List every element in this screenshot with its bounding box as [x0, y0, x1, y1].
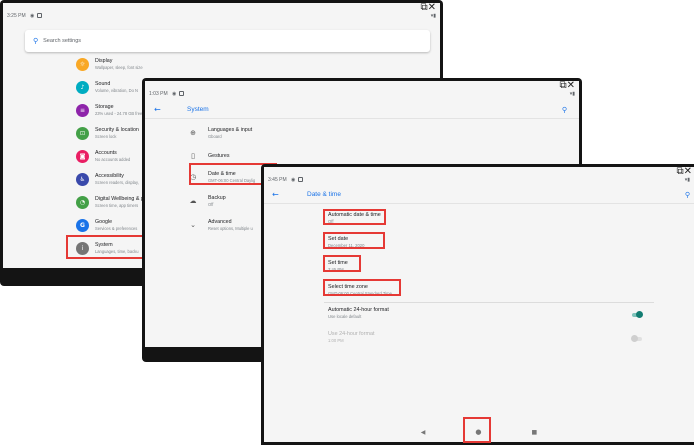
settings-item-wellbeing[interactable]: ◔ Digital Wellbeing & p Screen time, app … [76, 191, 144, 213]
item-title: Accounts [95, 150, 117, 156]
item-subtitle: Services & preferences [95, 226, 138, 231]
item-title: Gestures [208, 152, 230, 159]
lock-icon: ⊡ [76, 126, 89, 140]
highlight-set-time [323, 255, 361, 272]
back-nav-icon[interactable]: ◀ [421, 429, 426, 436]
system-item-languages[interactable]: ⊕ Languages & input Gboard [185, 122, 252, 144]
settings-item-sound[interactable]: ♪ Sound Volume, vibration, Do N [76, 76, 138, 98]
item-title: Display [95, 58, 113, 64]
status-time: 3:45 PM [268, 177, 287, 183]
wellbeing-icon: ◔ [76, 195, 89, 209]
item-subtitle: Reset options, Multiple u [208, 226, 253, 231]
item-subtitle: No accounts added [95, 157, 131, 162]
page-title: Date & time [307, 191, 341, 198]
wifi-battery-icon: ▾▮ [684, 177, 690, 183]
toggle-knob [631, 335, 638, 342]
status-time: 3:25 PM [7, 13, 26, 19]
globe-icon: ⊕ [190, 129, 196, 137]
highlight-system [66, 235, 146, 259]
highlight-home-button [463, 417, 491, 443]
wifi-battery-icon: ▾▮ [569, 91, 575, 97]
system-item-advanced[interactable]: ⌄ Advanced Reset options, Multiple u [185, 214, 253, 236]
settings-item-security[interactable]: ⊡ Security & location Screen lock [76, 122, 139, 144]
divider [324, 302, 654, 303]
eye-icon: ◉ [30, 13, 35, 19]
item-subtitle: Screen readers, display, [95, 180, 139, 185]
wifi-battery-icon: ▾▮ [430, 13, 436, 19]
row-title: Automatic 24-hour format [328, 307, 389, 313]
item-subtitle: Wallpaper, sleep, font size [95, 65, 143, 70]
use-24-hour-toggle [631, 335, 642, 342]
eye-icon: ◉ [172, 91, 177, 97]
system-item-backup[interactable]: ☁ Backup Off [185, 190, 226, 212]
item-subtitle: Gboard [208, 134, 222, 139]
item-subtitle: Off [208, 202, 214, 207]
sound-icon: ♪ [76, 80, 89, 94]
highlight-select-time-zone [323, 279, 401, 296]
status-time: 1:03 PM [149, 91, 168, 97]
settings-item-google[interactable]: G Google Services & preferences [76, 214, 137, 236]
notification-icon [179, 91, 185, 97]
storage-icon: ≡ [76, 103, 89, 117]
page-title: System [187, 106, 209, 113]
item-title: Storage [95, 104, 114, 110]
accounts-icon: ◙ [76, 149, 89, 163]
item-subtitle: 23% used - 24.78 GB free [95, 111, 143, 116]
back-arrow-icon[interactable]: ← [272, 190, 279, 200]
search-bar[interactable]: ⚲ Search settings [25, 30, 430, 52]
toggle-knob [636, 311, 643, 318]
search-placeholder: Search settings [43, 38, 82, 44]
row-title: Use 24-hour format [328, 331, 375, 337]
back-arrow-icon[interactable]: ← [154, 105, 161, 115]
highlight-automatic-date-time [323, 209, 386, 225]
item-subtitle: Volume, vibration, Do N [95, 88, 139, 93]
backup-icon: ☁ [189, 197, 197, 205]
search-icon: ⚲ [33, 37, 39, 45]
item-title: Google [95, 219, 113, 225]
recents-nav-icon[interactable]: ■ [532, 429, 538, 436]
app-bar: ← System ⚲ [145, 101, 579, 119]
item-title: Languages & input [208, 127, 253, 133]
chevron-down-icon: ⌄ [190, 221, 196, 229]
tablet-date-time: ⧉✕ 3:45 PM ◉ ▾▮ ← Date & time ⚲ Automati… [261, 164, 694, 445]
item-title: Security & location [95, 127, 139, 133]
settings-item-accounts[interactable]: ◙ Accounts No accounts added [76, 145, 130, 167]
status-bar: 3:25 PM ◉ ▾▮ [3, 12, 440, 21]
use-24-hour-row: Use 24-hour format 1:00 PM [328, 331, 374, 343]
row-subtitle: 1:00 PM [328, 338, 344, 343]
gestures-icon: ▯ [191, 152, 195, 160]
status-bar: 1:03 PM ◉ ▾▮ [145, 90, 579, 99]
row-subtitle: Use locale default [328, 314, 362, 319]
search-icon[interactable]: ⚲ [685, 190, 690, 200]
item-title: Digital Wellbeing & p [95, 196, 144, 202]
item-subtitle: Screen lock [95, 134, 117, 139]
display-icon: ☼ [76, 57, 89, 71]
app-bar: ← Date & time ⚲ [264, 186, 694, 204]
status-bar: 3:45 PM ◉ ▾▮ [264, 176, 694, 185]
item-title: Sound [95, 81, 111, 87]
search-icon[interactable]: ⚲ [562, 105, 567, 115]
settings-item-display[interactable]: ☼ Display Wallpaper, sleep, font size [76, 53, 143, 75]
settings-item-storage[interactable]: ≡ Storage 23% used - 24.78 GB free [76, 99, 142, 121]
highlight-set-date [323, 232, 385, 249]
automatic-24-hour-toggle[interactable] [632, 311, 643, 318]
notification-icon [37, 13, 43, 19]
item-title: Accessibility [95, 173, 124, 179]
google-icon: G [76, 218, 89, 232]
accessibility-icon: ♿ [76, 172, 89, 186]
item-title: Advanced [208, 219, 232, 225]
notification-icon [298, 177, 304, 183]
eye-icon: ◉ [291, 177, 296, 183]
item-subtitle: Screen time, app timers [95, 203, 139, 208]
item-title: Backup [208, 195, 226, 201]
settings-item-accessibility[interactable]: ♿ Accessibility Screen readers, display, [76, 168, 139, 190]
automatic-24-hour-row[interactable]: Automatic 24-hour format Use locale defa… [328, 307, 389, 319]
